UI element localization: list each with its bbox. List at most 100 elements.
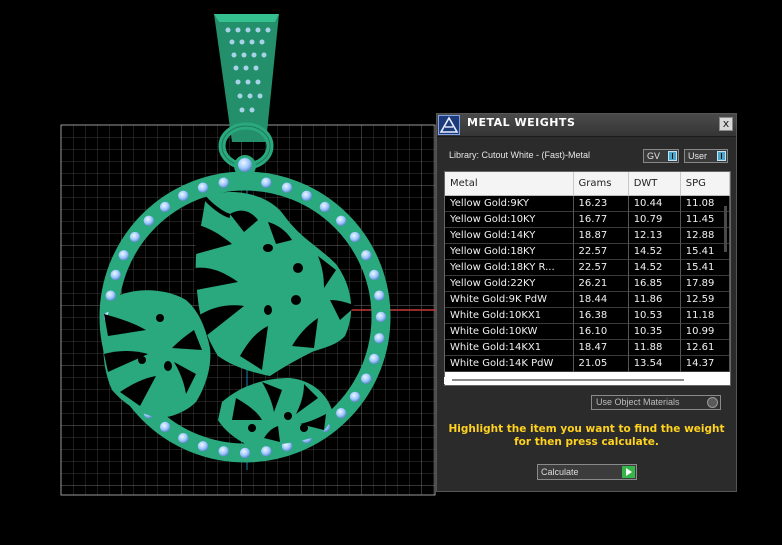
spg-cell: 15.41 bbox=[680, 259, 730, 276]
metal-weights-panel: METAL WEIGHTS x Library: Cutout White - … bbox=[436, 113, 737, 492]
metal-cell: Yellow Gold:22KY bbox=[445, 275, 574, 292]
ring-stone bbox=[336, 408, 347, 419]
panel-title: METAL WEIGHTS bbox=[467, 116, 576, 129]
grams-cell: 18.47 bbox=[573, 339, 629, 356]
metal-cell: White Gold:14K PdW bbox=[445, 355, 574, 372]
column-header-spg[interactable]: SPG bbox=[680, 172, 730, 196]
grams-cell: 16.38 bbox=[573, 307, 629, 324]
ring-stone bbox=[218, 177, 229, 188]
metal-cell: Yellow Gold:18KY R... bbox=[445, 259, 574, 276]
ring-stone bbox=[281, 182, 293, 193]
horizontal-scrollbar[interactable] bbox=[444, 377, 722, 384]
gv-select[interactable]: GV bbox=[643, 149, 679, 163]
vertical-scrollbar[interactable] bbox=[724, 206, 727, 252]
spg-cell: 14.37 bbox=[680, 355, 730, 372]
ring-stone bbox=[349, 391, 361, 403]
instruction-text: Highlight the item you want to find the … bbox=[448, 423, 725, 448]
ring-stone bbox=[374, 290, 385, 301]
metal-cell: White Gold:10KX1 bbox=[445, 307, 574, 324]
ring-stone bbox=[178, 433, 189, 444]
ring-stone bbox=[369, 269, 380, 281]
ring-stone bbox=[178, 190, 189, 201]
ring-stone bbox=[261, 177, 272, 188]
metal-cell: White Gold:14KX1 bbox=[445, 339, 574, 356]
ring-stone bbox=[239, 447, 251, 459]
table-row[interactable]: White Gold:10KX1 16.38 10.53 11.18 bbox=[445, 307, 730, 324]
dwt-cell: 14.52 bbox=[628, 259, 681, 276]
grams-cell: 16.10 bbox=[573, 323, 629, 340]
spg-cell: 12.88 bbox=[680, 227, 730, 244]
metal-table[interactable]: Metal Grams DWT SPG Yellow Gold:9KY 16.23… bbox=[444, 171, 731, 386]
calculate-button[interactable]: Calculate bbox=[537, 464, 637, 480]
grams-cell: 26.21 bbox=[573, 275, 629, 292]
ring-stone bbox=[105, 290, 116, 301]
grams-cell: 16.77 bbox=[573, 211, 629, 228]
panel-titlebar[interactable]: METAL WEIGHTS x bbox=[437, 114, 736, 137]
user-select[interactable]: User bbox=[684, 149, 728, 163]
column-header-grams[interactable]: Grams bbox=[573, 172, 629, 196]
ring-stone bbox=[159, 421, 171, 433]
library-label: Library: Cutout White - (Fast)-Metal bbox=[449, 150, 591, 160]
ring-stone bbox=[374, 333, 385, 344]
table-row[interactable]: Yellow Gold:14KY 18.87 12.13 12.88 bbox=[445, 227, 730, 244]
spg-cell: 11.45 bbox=[680, 211, 730, 228]
close-icon[interactable]: x bbox=[719, 117, 733, 131]
table-header-row: Metal Grams DWT SPG bbox=[445, 172, 730, 196]
table-row[interactable]: Yellow Gold:9KY 16.23 10.44 11.08 bbox=[445, 195, 730, 212]
column-header-dwt[interactable]: DWT bbox=[628, 172, 681, 196]
grams-cell: 18.87 bbox=[573, 227, 629, 244]
use-object-materials-select[interactable]: Use Object Materials bbox=[591, 395, 721, 410]
gv-select-value: GV bbox=[647, 151, 661, 161]
grams-cell: 22.57 bbox=[573, 259, 629, 276]
play-icon bbox=[622, 466, 635, 478]
ring-stone bbox=[375, 311, 387, 323]
horizontal-scrollbar-thumb[interactable] bbox=[452, 379, 684, 381]
spg-cell: 12.59 bbox=[680, 291, 730, 308]
spg-cell: 15.41 bbox=[680, 243, 730, 260]
column-header-metal[interactable]: Metal bbox=[445, 172, 574, 196]
dwt-cell: 13.54 bbox=[628, 355, 681, 372]
spg-cell: 11.18 bbox=[680, 307, 730, 324]
ring-stone bbox=[110, 269, 121, 281]
ring-stone bbox=[118, 250, 129, 261]
grams-cell: 18.44 bbox=[573, 291, 629, 308]
app-logo-icon bbox=[438, 115, 460, 135]
ring-stone bbox=[336, 215, 347, 226]
use-object-materials-label: Use Object Materials bbox=[596, 397, 680, 407]
ring-stone bbox=[319, 201, 331, 213]
table-row[interactable]: White Gold:9K PdW 18.44 11.86 12.59 bbox=[445, 291, 730, 308]
spg-cell: 12.61 bbox=[680, 339, 730, 356]
metal-cell: Yellow Gold:9KY bbox=[445, 195, 574, 212]
table-row[interactable]: White Gold:10KW 16.10 10.35 10.99 bbox=[445, 323, 730, 340]
ring-stone bbox=[301, 190, 312, 201]
ring-stone bbox=[197, 441, 209, 452]
ring-stone bbox=[361, 250, 372, 261]
metal-cell: White Gold:10KW bbox=[445, 323, 574, 340]
ring-stone bbox=[261, 446, 272, 457]
dwt-cell: 11.88 bbox=[628, 339, 681, 356]
table-row[interactable]: Yellow Gold:10KY 16.77 10.79 11.45 bbox=[445, 211, 730, 228]
ring-stone bbox=[143, 215, 154, 226]
table-row[interactable]: White Gold:14KX1 18.47 11.88 12.61 bbox=[445, 339, 730, 356]
calculate-label: Calculate bbox=[541, 467, 579, 477]
metal-cell: Yellow Gold:14KY bbox=[445, 227, 574, 244]
ring-stone bbox=[197, 182, 209, 193]
ring-stone bbox=[159, 201, 171, 213]
dwt-cell: 12.13 bbox=[628, 227, 681, 244]
table-row[interactable]: Yellow Gold:22KY 26.21 16.85 17.89 bbox=[445, 275, 730, 292]
circle-toggle-icon bbox=[707, 397, 718, 408]
dwt-cell: 10.53 bbox=[628, 307, 681, 324]
table-row[interactable]: White Gold:14K PdW 21.05 13.54 14.37 bbox=[445, 355, 730, 372]
ring-stone bbox=[369, 353, 380, 365]
table-row[interactable]: Yellow Gold:18KY R... 22.57 14.52 15.41 bbox=[445, 259, 730, 276]
dropdown-arrow-icon bbox=[668, 151, 677, 161]
table-row[interactable]: Yellow Gold:18KY 22.57 14.52 15.41 bbox=[445, 243, 730, 260]
ring-stone bbox=[349, 231, 361, 243]
dwt-cell: 10.35 bbox=[628, 323, 681, 340]
ring-stone bbox=[361, 373, 372, 384]
metal-cell: Yellow Gold:18KY bbox=[445, 243, 574, 260]
spg-cell: 17.89 bbox=[680, 275, 730, 292]
ring-stone bbox=[218, 446, 229, 457]
spg-cell: 10.99 bbox=[680, 323, 730, 340]
dwt-cell: 16.85 bbox=[628, 275, 681, 292]
